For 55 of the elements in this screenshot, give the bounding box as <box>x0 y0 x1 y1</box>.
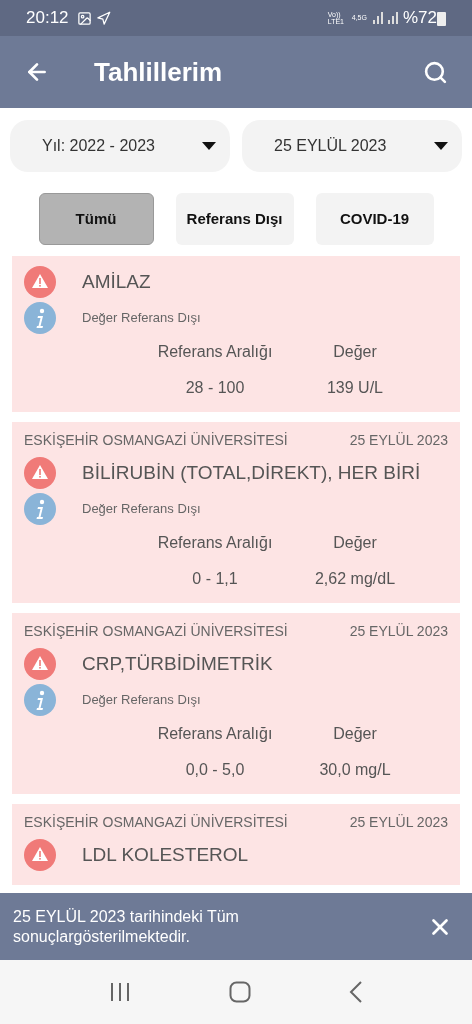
result-card[interactable]: ESKİŞEHİR OSMANGAZİ ÜNİVERSİTESİ 25 EYLÜL 2023 BİLİRUBİN (TOTAL,DİREKT), HER BİRİ Değer Referans Dışı Referans Aralığı Değer 0 - 1,1 2,62 mg/dL <box>12 422 460 603</box>
test-name: AMİLAZ <box>82 269 151 294</box>
battery-text: %72 <box>402 7 437 30</box>
result-date: 25 EYLÜL 2023 <box>349 622 448 641</box>
home-icon[interactable] <box>229 981 251 1003</box>
search-icon[interactable] <box>423 59 448 85</box>
range-label: Referans Aralığı <box>156 533 274 553</box>
test-name: LDL KOLESTEROL <box>82 842 249 867</box>
range-value: 0 - 1,1 <box>191 569 239 589</box>
filter-tab[interactable]: Referans Dışı <box>175 193 294 245</box>
test-name: BİLİRUBİN (TOTAL,DİREKT), HER BİRİ <box>82 460 421 485</box>
snackbar-message: 25 EYLÜL 2023 tarihindeki Tüm sonuçlargösterilmektedir. <box>13 906 240 947</box>
result-date: 25 EYLÜL 2023 <box>349 431 448 450</box>
warning-icon <box>24 648 56 680</box>
value-label: Değer <box>332 342 378 362</box>
status-text: Değer Referans Dışı <box>82 500 201 519</box>
signal-icon <box>370 12 399 24</box>
location-icon <box>95 10 111 26</box>
info-icon <box>24 684 56 716</box>
institution-name: ESKİŞEHİR OSMANGAZİ ÜNİVERSİTESİ <box>24 622 288 641</box>
gallery-icon <box>76 10 92 26</box>
warning-icon <box>24 457 56 489</box>
dropdown[interactable]: 25 EYLÜL 2023 <box>242 120 462 172</box>
range-value: 0,0 - 5,0 <box>184 760 246 780</box>
result-card[interactable]: AMİLAZ Değer Referans Dışı Referans Aralığı Değer 28 - 100 139 U/L <box>12 256 460 412</box>
recent-apps-icon[interactable] <box>109 982 131 1002</box>
value-label: Değer <box>332 724 378 744</box>
result-value: 2,62 mg/dL <box>313 569 397 589</box>
result-card[interactable]: ESKİŞEHİR OSMANGAZİ ÜNİVERSİTESİ 25 EYLÜL 2023 CRP,TÜRBİDİMETRİK Değer Referans Dışı Referans Aralığı Değer 0,0 - 5,0 30,0 mg/L <box>12 613 460 794</box>
battery-icon <box>437 10 446 26</box>
info-icon <box>24 493 56 525</box>
info-icon <box>24 302 56 334</box>
institution-name: ESKİŞEHİR OSMANGAZİ ÜNİVERSİTESİ <box>24 431 288 450</box>
caret-icon <box>202 142 216 150</box>
range-value: 28 - 100 <box>184 378 246 398</box>
back-nav-icon[interactable] <box>349 981 363 1003</box>
result-value: 30,0 mg/L <box>318 760 392 780</box>
filter-tab[interactable]: Tümü <box>38 193 154 245</box>
result-value: 139 U/L <box>325 378 384 398</box>
filter-tab[interactable]: COVID-19 <box>315 193 434 245</box>
warning-icon <box>24 266 56 298</box>
dropdown[interactable]: Yıl: 2022 - 2023 <box>10 120 230 172</box>
result-date: 25 EYLÜL 2023 <box>349 813 448 832</box>
value-label: Değer <box>332 533 378 553</box>
institution-name: ESKİŞEHİR OSMANGAZİ ÜNİVERSİTESİ <box>24 813 288 832</box>
result-card[interactable]: ESKİŞEHİR OSMANGAZİ ÜNİVERSİTESİ 25 EYLÜL 2023 LDL KOLESTEROL <box>12 804 460 885</box>
caret-icon <box>434 142 448 150</box>
page-title: Tahlillerim <box>94 55 223 89</box>
status-time: 20:12 <box>26 7 69 30</box>
range-label: Referans Aralığı <box>156 342 274 362</box>
status-text: Değer Referans Dışı <box>82 691 201 710</box>
range-label: Referans Aralığı <box>156 724 274 744</box>
test-name: CRP,TÜRBİDİMETRİK <box>82 651 273 676</box>
status-text: Değer Referans Dışı <box>82 309 201 328</box>
warning-icon <box>24 839 56 871</box>
